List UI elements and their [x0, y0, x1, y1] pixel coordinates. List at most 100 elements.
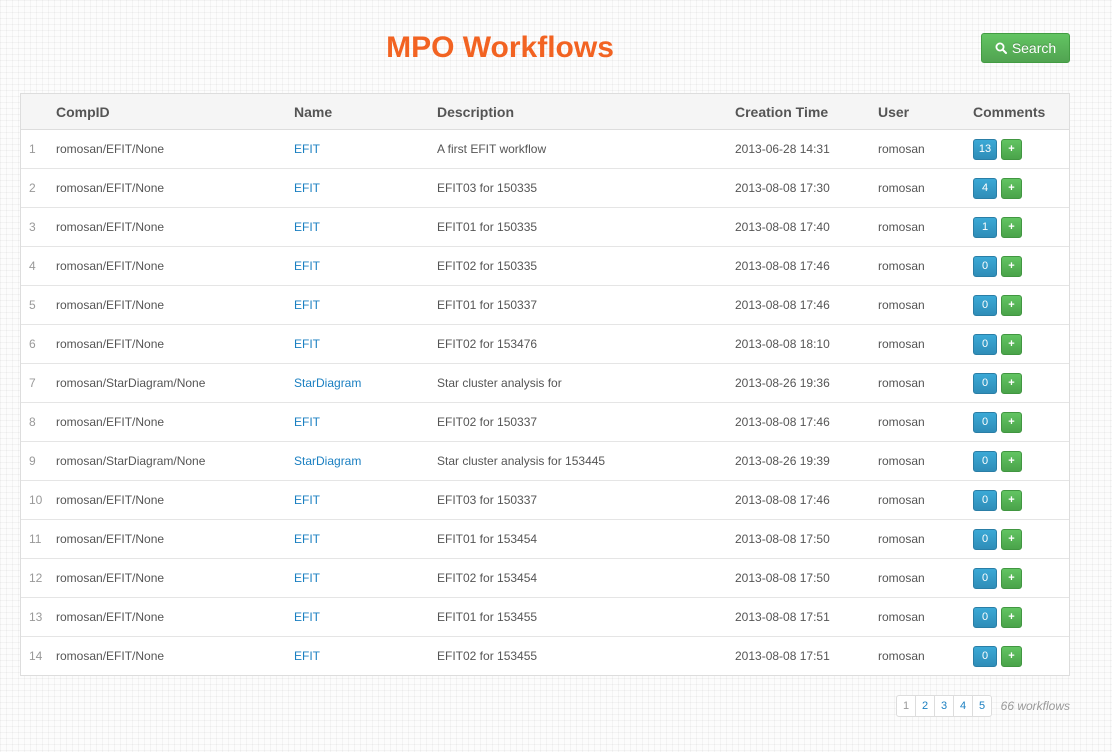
row-creation-time: 2013-08-08 17:30 — [735, 168, 878, 208]
page-link-4[interactable]: 4 — [953, 696, 972, 716]
add-comment-button[interactable]: + — [1001, 450, 1022, 472]
add-comment-button[interactable]: + — [1001, 294, 1022, 316]
row-index: 2 — [21, 168, 56, 208]
add-comment-button[interactable]: + — [1001, 216, 1022, 238]
workflow-count: 66 workflows — [1000, 699, 1070, 713]
row-description: Star cluster analysis for 153445 — [437, 441, 735, 481]
add-comment-button[interactable]: + — [1001, 177, 1022, 199]
page-link-5[interactable]: 5 — [972, 696, 991, 716]
add-comment-button[interactable]: + — [1001, 645, 1022, 667]
row-creation-time: 2013-08-08 17:46 — [735, 246, 878, 286]
row-compid: romosan/EFIT/None — [56, 558, 294, 598]
workflow-name-link[interactable]: EFIT — [294, 532, 320, 546]
workflow-name-link[interactable]: EFIT — [294, 610, 320, 624]
comment-count-button[interactable]: 0 — [973, 450, 997, 472]
add-comment-button[interactable]: + — [1001, 606, 1022, 628]
row-comments-cell: 0 + — [973, 324, 1069, 364]
comment-count-button[interactable]: 0 — [973, 489, 997, 511]
row-description: EFIT01 for 153455 — [437, 597, 735, 637]
column-header-user: User — [878, 94, 973, 130]
table-row: 6 romosan/EFIT/None EFIT EFIT02 for 153476 2… — [21, 324, 1069, 364]
add-comment-button[interactable]: + — [1001, 372, 1022, 394]
comment-count-button[interactable]: 0 — [973, 411, 997, 433]
comment-count-button[interactable]: 0 — [973, 606, 997, 628]
row-index: 13 — [21, 597, 56, 637]
workflow-name-link[interactable]: EFIT — [294, 415, 320, 429]
add-comment-button[interactable]: + — [1001, 567, 1022, 589]
comment-count-button[interactable]: 0 — [973, 528, 997, 550]
workflow-name-link[interactable]: EFIT — [294, 298, 320, 312]
row-index: 7 — [21, 363, 56, 403]
comment-count-button[interactable]: 0 — [973, 567, 997, 589]
workflow-name-link[interactable]: EFIT — [294, 337, 320, 351]
workflow-name-link[interactable]: EFIT — [294, 649, 320, 663]
column-header-index — [21, 94, 56, 130]
table-row: 9 romosan/StarDiagram/None StarDiagram Star… — [21, 441, 1069, 481]
row-compid: romosan/StarDiagram/None — [56, 363, 294, 403]
row-index: 9 — [21, 441, 56, 481]
comment-count-button[interactable]: 0 — [973, 294, 997, 316]
row-index: 10 — [21, 480, 56, 520]
row-creation-time: 2013-08-08 17:51 — [735, 597, 878, 637]
row-description: EFIT02 for 153476 — [437, 324, 735, 364]
table-row: 13 romosan/EFIT/None EFIT EFIT01 for 153455… — [21, 597, 1069, 637]
workflow-name-link[interactable]: EFIT — [294, 493, 320, 507]
workflow-name-link[interactable]: EFIT — [294, 142, 320, 156]
add-comment-button[interactable]: + — [1001, 255, 1022, 277]
row-index: 1 — [29, 142, 36, 156]
workflow-name-link[interactable]: EFIT — [294, 571, 320, 585]
workflows-table: CompID Name Description Creation Time Us… — [20, 93, 1070, 676]
workflow-name-link[interactable]: EFIT — [294, 181, 320, 195]
workflow-name-link[interactable]: EFIT — [294, 220, 320, 234]
row-compid: romosan/EFIT/None — [56, 636, 294, 675]
add-comment-button[interactable]: + — [1001, 411, 1022, 433]
row-description: EFIT01 for 150337 — [437, 285, 735, 325]
comment-count-button[interactable]: 0 — [973, 372, 997, 394]
add-comment-button[interactable]: + — [1001, 528, 1022, 550]
page-link-3[interactable]: 3 — [934, 696, 953, 716]
row-compid: romosan/EFIT/None — [56, 480, 294, 520]
row-compid: romosan/StarDiagram/None — [56, 441, 294, 481]
table-row: 5 romosan/EFIT/None EFIT EFIT01 for 150337 2… — [21, 285, 1069, 325]
comment-count-button[interactable]: 0 — [973, 333, 997, 355]
row-creation-time: 2013-08-08 17:51 — [735, 636, 878, 675]
row-user: romosan — [878, 519, 973, 559]
row-name-cell: EFIT — [294, 246, 437, 286]
table-header-row: CompID Name Description Creation Time Us… — [21, 94, 1069, 130]
workflow-name-link[interactable]: StarDiagram — [294, 454, 361, 468]
workflow-name-link[interactable]: EFIT — [294, 259, 320, 273]
row-comments-cell: 0 + — [973, 519, 1069, 559]
row-index: 4 — [21, 246, 56, 286]
row-description: EFIT01 for 153454 — [437, 519, 735, 559]
row-creation-time: 2013-08-08 17:50 — [735, 558, 878, 598]
row-name-cell: EFIT — [294, 636, 437, 675]
row-compid: romosan/EFIT/None — [56, 324, 294, 364]
comment-count-button[interactable]: 4 — [973, 177, 997, 199]
row-description: EFIT02 for 150335 — [437, 246, 735, 286]
page-link-1[interactable]: 1 — [897, 696, 915, 716]
row-user: romosan — [878, 558, 973, 598]
row-description: EFIT03 for 150335 — [437, 168, 735, 208]
row-user: romosan — [878, 480, 973, 520]
row-description: A first EFIT workflow — [437, 142, 547, 156]
row-user: romosan — [878, 168, 973, 208]
comment-count-button[interactable]: 1 — [973, 216, 997, 238]
page-link-2[interactable]: 2 — [915, 696, 934, 716]
search-button[interactable]: Search — [981, 33, 1070, 63]
table-row: 14 romosan/EFIT/None EFIT EFIT02 for 153455… — [21, 636, 1069, 675]
add-comment-button[interactable]: + — [1001, 138, 1022, 160]
row-index: 8 — [21, 402, 56, 442]
row-creation-time: 2013-08-26 19:39 — [735, 441, 878, 481]
workflow-name-link[interactable]: StarDiagram — [294, 376, 361, 390]
row-name-cell: StarDiagram — [294, 441, 437, 481]
row-user: romosan — [878, 441, 973, 481]
comment-count-button[interactable]: 0 — [973, 255, 997, 277]
pagination: 1 2 3 4 5 — [896, 695, 992, 717]
comment-count-button[interactable]: 13 — [973, 138, 997, 160]
add-comment-button[interactable]: + — [1001, 489, 1022, 511]
row-name-cell: EFIT — [294, 519, 437, 559]
add-comment-button[interactable]: + — [1001, 333, 1022, 355]
row-comments-cell: 0 + — [973, 402, 1069, 442]
row-user: romosan — [878, 363, 973, 403]
comment-count-button[interactable]: 0 — [973, 645, 997, 667]
